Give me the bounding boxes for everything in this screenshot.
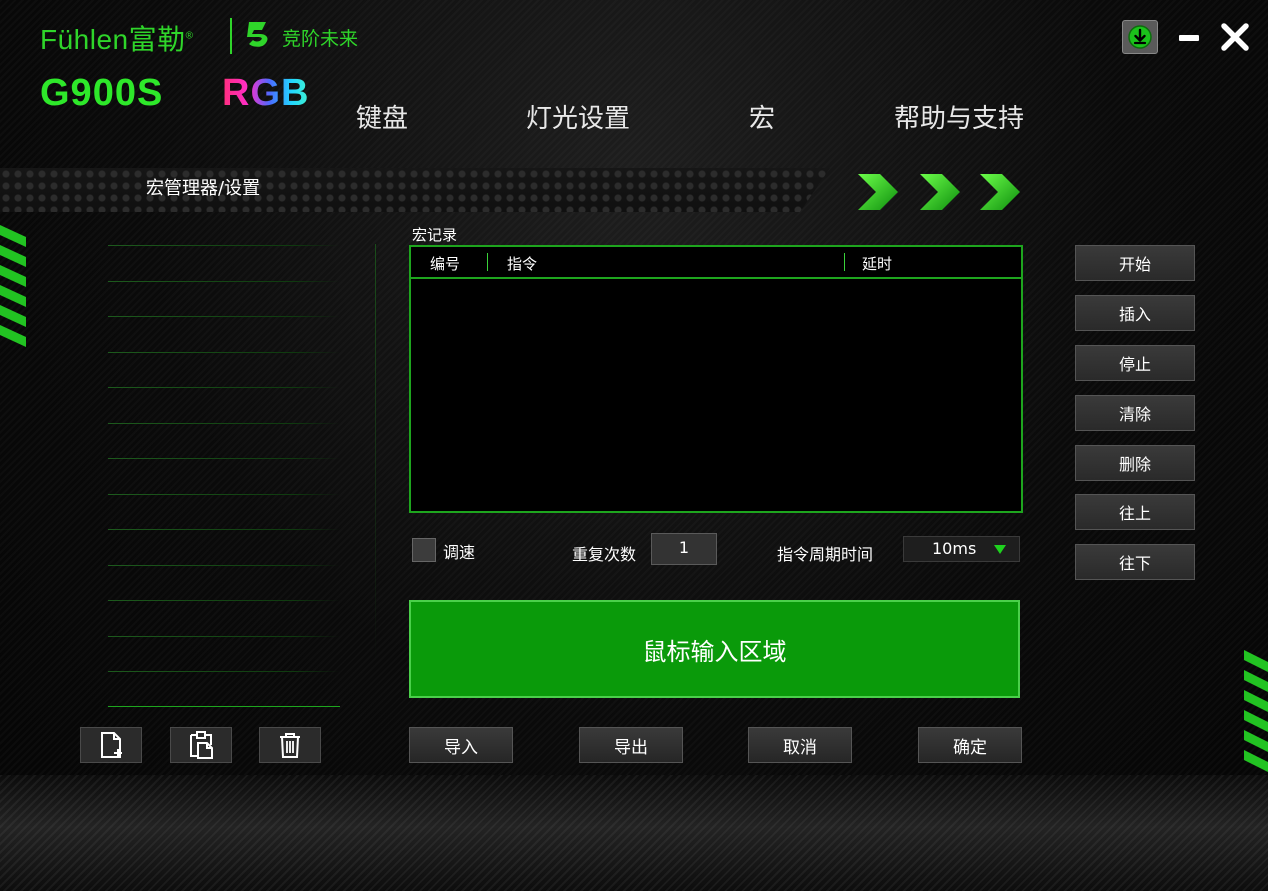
- list-row-line: [108, 706, 340, 707]
- column-header-delay: 延时: [862, 253, 892, 274]
- column-divider: [844, 253, 845, 271]
- bottom-decor-band: [0, 775, 1268, 891]
- right-stripes-decor: [1244, 650, 1268, 780]
- speed-label: 调速: [443, 539, 475, 563]
- new-file-icon: [98, 731, 124, 759]
- chevrons-decor-icon: [852, 170, 1032, 214]
- period-select[interactable]: 10ms: [903, 536, 1020, 562]
- column-divider: [487, 253, 488, 271]
- list-row-line: [108, 671, 340, 672]
- tab-keyboard[interactable]: 键盘: [356, 98, 408, 135]
- list-row-line: [108, 458, 340, 459]
- close-icon: [1218, 20, 1254, 56]
- breadcrumb-bar: [0, 168, 830, 212]
- period-value: 10ms: [932, 539, 976, 558]
- paste-macro-button[interactable]: [170, 727, 232, 763]
- table-header: 编号 指令 延时: [411, 247, 1021, 279]
- period-label: 指令周期时间: [777, 541, 873, 565]
- new-macro-button[interactable]: [80, 727, 142, 763]
- column-header-number: 编号: [430, 253, 460, 274]
- list-row-line: [108, 423, 340, 424]
- list-row-line: [108, 387, 340, 388]
- close-button[interactable]: [1218, 20, 1254, 56]
- dropdown-arrow-icon: [994, 545, 1006, 554]
- list-row-line: [108, 494, 340, 495]
- tagline: 竞阶未来: [282, 24, 358, 51]
- macro-record-table[interactable]: 编号 指令 延时: [409, 245, 1023, 513]
- tab-help[interactable]: 帮助与支持: [894, 98, 1024, 135]
- brand-logo: Fühlen富勒®: [40, 18, 194, 58]
- macro-record-title: 宏记录: [412, 224, 457, 245]
- update-button[interactable]: [1122, 20, 1158, 54]
- list-separator: [375, 244, 376, 664]
- mouse-input-area[interactable]: 鼠标输入区域: [409, 600, 1020, 698]
- brand-separator: [230, 18, 232, 54]
- minimize-button[interactable]: [1176, 20, 1212, 56]
- list-row-line: [108, 600, 340, 601]
- clear-button[interactable]: 清除: [1075, 395, 1195, 431]
- list-row-line: [108, 565, 340, 566]
- tab-macro[interactable]: 宏: [749, 98, 775, 135]
- list-row-line: [108, 636, 340, 637]
- export-button[interactable]: 导出: [579, 727, 683, 763]
- minimize-icon: [1176, 20, 1212, 56]
- trash-icon: [277, 731, 303, 759]
- delete-macro-button[interactable]: [259, 727, 321, 763]
- model-rgb-label: RGB: [222, 72, 309, 115]
- model-name: G900S: [40, 72, 163, 115]
- insert-button[interactable]: 插入: [1075, 295, 1195, 331]
- delete-button[interactable]: 删除: [1075, 445, 1195, 481]
- sub-brand-logo-icon: [246, 20, 272, 48]
- move-up-button[interactable]: 往上: [1075, 494, 1195, 530]
- speed-checkbox[interactable]: [412, 538, 436, 562]
- start-button[interactable]: 开始: [1075, 245, 1195, 281]
- confirm-button[interactable]: 确定: [918, 727, 1022, 763]
- breadcrumb: 宏管理器/设置: [146, 174, 260, 200]
- repeat-count-input[interactable]: 1: [651, 533, 717, 565]
- list-row-line: [108, 352, 340, 353]
- download-icon: [1127, 24, 1153, 50]
- list-row-line: [108, 529, 340, 530]
- list-row-line: [108, 281, 340, 282]
- stop-button[interactable]: 停止: [1075, 345, 1195, 381]
- paste-icon: [186, 730, 216, 760]
- list-row-line: [108, 316, 340, 317]
- tab-lighting[interactable]: 灯光设置: [526, 98, 630, 135]
- import-button[interactable]: 导入: [409, 727, 513, 763]
- left-stripes-decor: [0, 225, 26, 355]
- move-down-button[interactable]: 往下: [1075, 544, 1195, 580]
- column-header-command: 指令: [507, 253, 537, 274]
- cancel-button[interactable]: 取消: [748, 727, 852, 763]
- list-row-line: [108, 245, 340, 246]
- repeat-label: 重复次数: [572, 541, 636, 565]
